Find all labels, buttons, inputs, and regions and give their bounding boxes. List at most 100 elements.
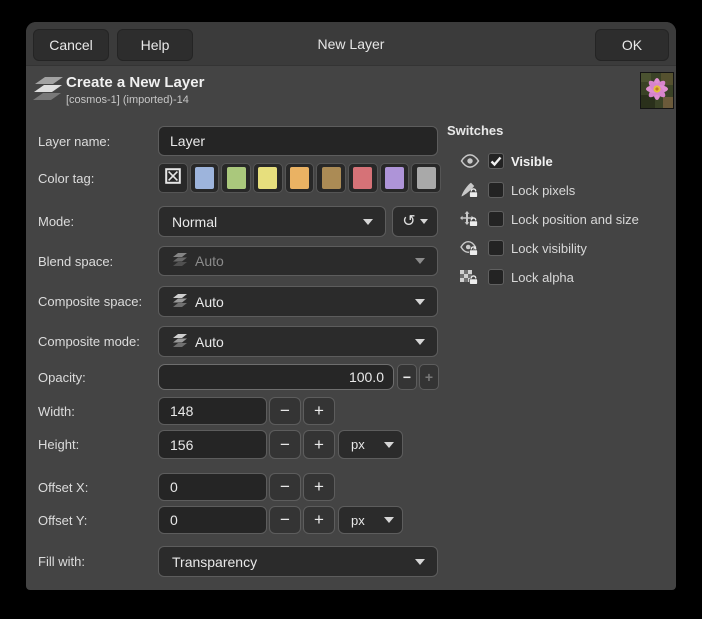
brush-lock-icon: [460, 182, 482, 198]
size-unit-value: px: [351, 437, 365, 452]
mode-label: Mode:: [38, 206, 74, 237]
layers-mini-icon: [172, 253, 188, 269]
color-swatch: [385, 167, 404, 189]
chevron-down-icon: [384, 442, 394, 448]
dialog-title: New Layer: [26, 22, 676, 66]
switch-row-visible: Visible: [460, 150, 553, 172]
fill-with-value: Transparency: [172, 554, 257, 570]
composite-mode-label: Composite mode:: [38, 326, 140, 357]
opacity-label: Opacity:: [38, 364, 86, 390]
size-unit-dropdown[interactable]: px: [338, 430, 403, 459]
lock-position-checkbox[interactable]: [488, 211, 504, 227]
mode-value: Normal: [172, 214, 217, 230]
layer-name-input[interactable]: Layer: [158, 126, 438, 156]
height-label: Height:: [38, 430, 79, 459]
blend-space-dropdown: Auto: [158, 246, 438, 276]
blend-space-label: Blend space:: [38, 246, 113, 276]
reset-icon: ↺: [402, 214, 415, 230]
switch-row-lock-pixels: Lock pixels: [460, 179, 575, 201]
color-swatch: [258, 167, 277, 189]
eye-lock-icon: [460, 241, 482, 256]
check-icon: [490, 156, 502, 167]
fill-with-label: Fill with:: [38, 546, 85, 577]
lock-alpha-checkbox[interactable]: [488, 269, 504, 285]
fill-with-dropdown[interactable]: Transparency: [158, 546, 438, 577]
color-swatch: [227, 167, 246, 189]
composite-mode-dropdown[interactable]: Auto: [158, 326, 438, 357]
image-thumbnail: [640, 72, 674, 109]
opacity-decrease-button[interactable]: [397, 364, 417, 390]
color-tag-strip: [158, 163, 441, 193]
color-tag-label: Color tag:: [38, 163, 94, 193]
offset-y-input[interactable]: 0: [158, 506, 267, 534]
switch-label: Visible: [511, 154, 553, 169]
opacity-increase-button[interactable]: [419, 364, 439, 390]
color-tag-brown-button[interactable]: [316, 163, 346, 193]
layer-name-label: Layer name:: [38, 126, 110, 156]
color-tag-red-button[interactable]: [348, 163, 378, 193]
eye-icon: [460, 154, 482, 168]
move-lock-icon: [460, 211, 482, 227]
composite-mode-value: Auto: [195, 334, 224, 350]
composite-space-dropdown[interactable]: Auto: [158, 286, 438, 317]
layers-mini-icon: [172, 334, 188, 350]
new-layer-dialog: Cancel Help New Layer OK Create a New La…: [26, 22, 676, 590]
layers-mini-icon: [172, 294, 188, 310]
color-tag-yellow-button[interactable]: [253, 163, 283, 193]
composite-space-value: Auto: [195, 294, 224, 310]
chevron-down-icon: [363, 219, 373, 225]
height-input[interactable]: 156: [158, 430, 267, 459]
color-tag-gray-button[interactable]: [411, 163, 441, 193]
color-swatch: [195, 167, 214, 189]
offset-y-increase-button[interactable]: [303, 506, 335, 534]
color-tag-green-button[interactable]: [221, 163, 251, 193]
alpha-lock-icon: [460, 269, 482, 285]
color-swatch: [417, 167, 436, 189]
switches-title: Switches: [447, 123, 503, 138]
chevron-down-icon: [415, 299, 425, 305]
switch-row-lock-position: Lock position and size: [460, 208, 639, 230]
chevron-down-icon: [415, 258, 425, 264]
image-name-subtitle: [cosmos-1] (imported)-14: [66, 94, 189, 106]
color-tag-blue-button[interactable]: [190, 163, 220, 193]
lock-pixels-checkbox[interactable]: [488, 182, 504, 198]
no-color-tag-icon: [165, 168, 181, 189]
offset-y-decrease-button[interactable]: [269, 506, 301, 534]
switch-label: Lock pixels: [511, 183, 575, 198]
chevron-down-icon: [420, 219, 428, 224]
switch-label: Lock position and size: [511, 212, 639, 227]
width-input[interactable]: 148: [158, 397, 267, 425]
switch-label: Lock visibility: [511, 241, 587, 256]
visible-checkbox[interactable]: [488, 153, 504, 169]
offset-x-input[interactable]: 0: [158, 473, 267, 501]
color-tag-purple-button[interactable]: [380, 163, 410, 193]
color-tag-orange-button[interactable]: [285, 163, 315, 193]
switch-row-lock-alpha: Lock alpha: [460, 266, 574, 288]
width-label: Width:: [38, 397, 75, 425]
mode-switch-group-button[interactable]: ↺: [392, 206, 438, 237]
width-increase-button[interactable]: [303, 397, 335, 425]
switch-row-lock-visibility: Lock visibility: [460, 237, 587, 259]
color-tag-none-button[interactable]: [158, 163, 188, 193]
offset-unit-value: px: [351, 513, 365, 528]
opacity-value: 100.0: [349, 369, 384, 385]
screen: Cancel Help New Layer OK Create a New La…: [0, 0, 702, 619]
offset-x-label: Offset X:: [38, 473, 88, 501]
offset-x-increase-button[interactable]: [303, 473, 335, 501]
offset-y-label: Offset Y:: [38, 506, 87, 534]
titlebar: Cancel Help New Layer OK: [26, 22, 676, 66]
blend-space-value: Auto: [195, 253, 224, 269]
height-decrease-button[interactable]: [269, 430, 301, 459]
chevron-down-icon: [384, 517, 394, 523]
offset-x-decrease-button[interactable]: [269, 473, 301, 501]
color-swatch: [322, 167, 341, 189]
height-increase-button[interactable]: [303, 430, 335, 459]
page-title: Create a New Layer: [66, 74, 204, 91]
opacity-slider[interactable]: 100.0: [158, 364, 394, 390]
chevron-down-icon: [415, 339, 425, 345]
offset-unit-dropdown[interactable]: px: [338, 506, 403, 534]
ok-button[interactable]: OK: [595, 29, 669, 61]
width-decrease-button[interactable]: [269, 397, 301, 425]
mode-dropdown[interactable]: Normal: [158, 206, 386, 237]
lock-visibility-checkbox[interactable]: [488, 240, 504, 256]
